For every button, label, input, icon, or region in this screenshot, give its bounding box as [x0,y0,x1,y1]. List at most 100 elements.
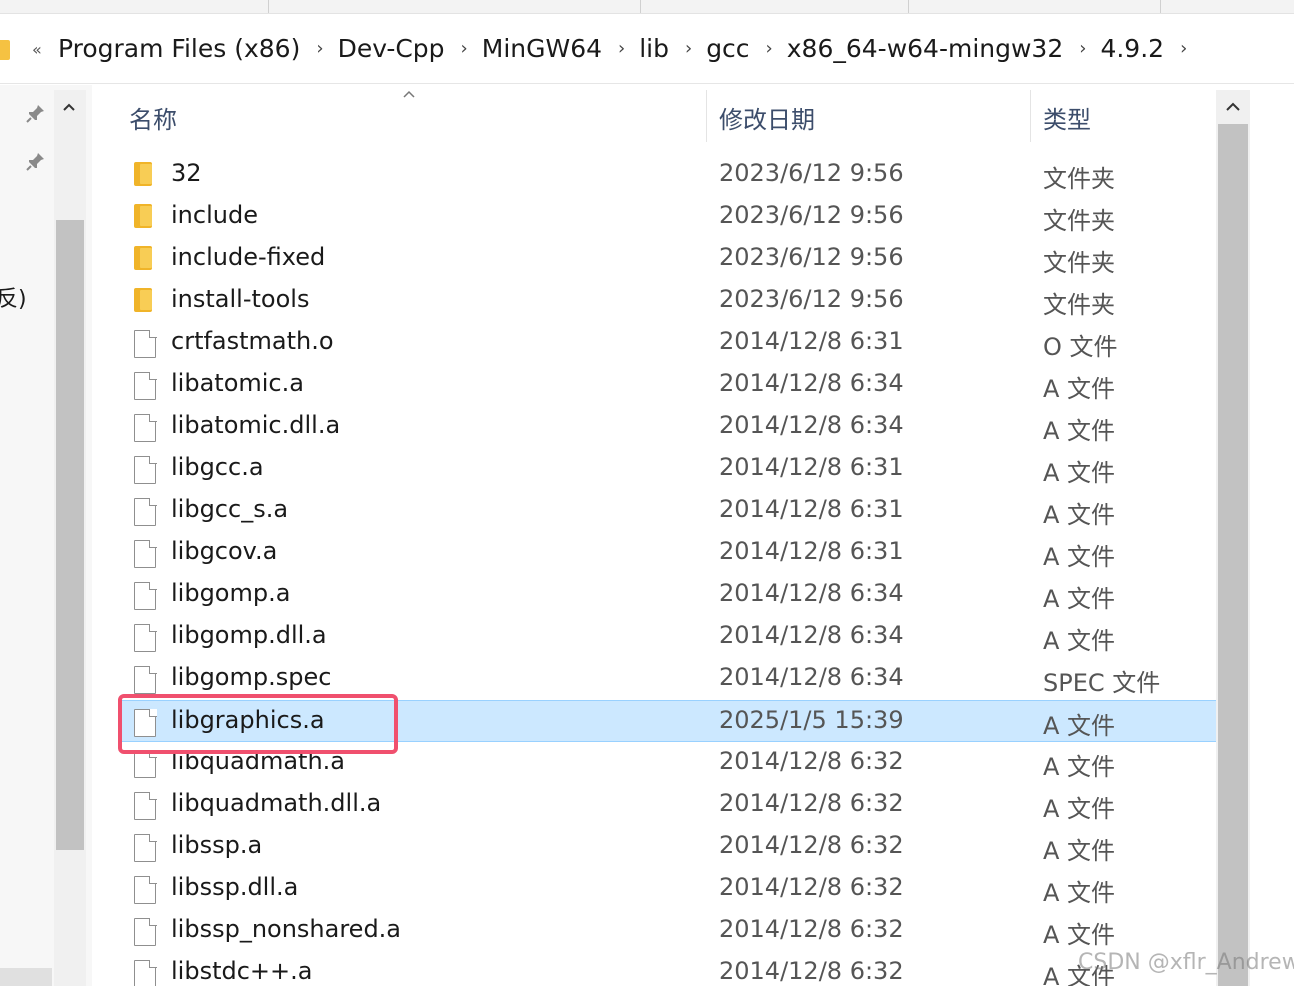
column-header-name[interactable]: 名称 [118,90,706,146]
file-date: 2014/12/8 6:32 [719,915,904,943]
breadcrumb: Program Files (x86) › Dev-Cpp › MinGW64 … [58,34,1201,63]
file-row[interactable]: libgcc.a 2014/12/8 6:31 A 文件 [118,448,1216,490]
file-name[interactable]: 32 [171,159,202,187]
file-date: 2014/12/8 6:34 [719,621,904,649]
file-date: 2014/12/8 6:34 [719,369,904,397]
file-name[interactable]: libatomic.a [171,369,304,397]
nav-scroll-thumb[interactable] [56,220,84,850]
file-row[interactable]: libgomp.dll.a 2014/12/8 6:34 A 文件 [118,616,1216,658]
scroll-up-icon[interactable] [1225,98,1241,116]
file-row[interactable]: install-tools 2023/6/12 9:56 文件夹 [118,280,1216,322]
file-name[interactable]: libgomp.dll.a [171,621,327,649]
file-name[interactable]: include [171,201,258,229]
pin-icon[interactable] [26,151,46,171]
file-icon [134,833,157,862]
chevron-right-icon[interactable]: › [754,38,787,59]
file-row[interactable]: libssp_nonshared.a 2014/12/8 6:32 A 文件 [118,910,1216,952]
file-icon [134,749,157,778]
breadcrumb-item[interactable]: 4.9.2 [1100,34,1168,63]
file-name[interactable]: install-tools [171,285,309,313]
breadcrumb-overflow-icon[interactable]: « [32,40,42,59]
file-type: A 文件 [1043,921,1116,949]
file-date: 2014/12/8 6:34 [719,579,904,607]
folder-icon [0,40,10,60]
breadcrumb-item[interactable]: gcc [706,34,753,63]
breadcrumb-item[interactable]: Dev-Cpp [338,34,449,63]
file-type: A 文件 [1043,795,1116,823]
file-date: 2023/6/12 9:56 [719,285,904,313]
breadcrumb-item[interactable]: Program Files (x86) [58,34,304,63]
ribbon-toolbar [0,0,1294,14]
file-row[interactable]: libgcov.a 2014/12/8 6:31 A 文件 [118,532,1216,574]
chevron-right-icon[interactable]: › [304,38,337,59]
file-type: A 文件 [1043,837,1116,865]
folder-icon [134,246,152,270]
file-name[interactable]: crtfastmath.o [171,327,334,355]
scroll-up-icon[interactable] [62,100,76,116]
file-type: O 文件 [1043,333,1118,361]
file-date: 2014/12/8 6:31 [719,453,904,481]
file-row[interactable]: 32 2023/6/12 9:56 文件夹 [118,154,1216,196]
file-row[interactable]: include 2023/6/12 9:56 文件夹 [118,196,1216,238]
address-bar[interactable]: « Program Files (x86) › Dev-Cpp › MinGW6… [0,14,1294,84]
file-icon [134,791,157,820]
file-row[interactable]: libstdc++.a 2014/12/8 6:32 A 文件 [118,952,1216,986]
file-name[interactable]: libstdc++.a [171,957,312,985]
column-header-label: 修改日期 [719,106,815,134]
file-name[interactable]: libgcc_s.a [171,495,288,523]
breadcrumb-item[interactable]: x86_64-w64-mingw32 [787,34,1068,63]
ribbon-separator [908,0,909,13]
file-name[interactable]: libssp.dll.a [171,873,298,901]
file-icon [134,665,157,694]
file-row[interactable]: libatomic.dll.a 2014/12/8 6:34 A 文件 [118,406,1216,448]
chevron-right-icon[interactable]: › [673,38,706,59]
file-name[interactable]: libgcov.a [171,537,277,565]
file-date: 2014/12/8 6:31 [719,327,904,355]
annotation-highlight-box [118,694,398,754]
file-name[interactable]: libgomp.spec [171,663,331,691]
pin-icon[interactable] [26,103,46,123]
file-row[interactable]: libatomic.a 2014/12/8 6:34 A 文件 [118,364,1216,406]
file-name[interactable]: libatomic.dll.a [171,411,340,439]
nav-item-label[interactable]: 反) [0,281,27,313]
file-name[interactable]: libgcc.a [171,453,264,481]
file-name[interactable]: libssp.a [171,831,262,859]
file-name[interactable]: libssp_nonshared.a [171,915,401,943]
file-date: 2014/12/8 6:31 [719,495,904,523]
file-type: SPEC 文件 [1043,669,1161,697]
file-row[interactable]: libquadmath.dll.a 2014/12/8 6:32 A 文件 [118,784,1216,826]
file-type: A 文件 [1043,417,1116,445]
file-name[interactable]: libquadmath.dll.a [171,789,381,817]
file-icon [134,917,157,946]
file-name[interactable]: libgomp.a [171,579,290,607]
file-row[interactable]: crtfastmath.o 2014/12/8 6:31 O 文件 [118,322,1216,364]
chevron-right-icon[interactable]: › [1168,38,1201,59]
file-type: A 文件 [1043,543,1116,571]
file-date: 2023/6/12 9:56 [719,243,904,271]
column-header-date[interactable]: 修改日期 [707,90,1029,146]
file-name[interactable]: include-fixed [171,243,325,271]
breadcrumb-item[interactable]: lib [639,34,673,63]
file-date: 2014/12/8 6:32 [719,789,904,817]
column-header-label: 类型 [1043,106,1091,134]
file-date: 2014/12/8 6:32 [719,957,904,985]
file-row[interactable]: libgomp.a 2014/12/8 6:34 A 文件 [118,574,1216,616]
file-list-scroll-thumb[interactable] [1218,124,1248,986]
column-header-type[interactable]: 类型 [1031,90,1216,146]
file-type: 文件夹 [1043,249,1115,277]
file-row[interactable]: libssp.dll.a 2014/12/8 6:32 A 文件 [118,868,1216,910]
chevron-right-icon[interactable]: › [1067,38,1100,59]
file-icon [134,413,157,442]
file-list-scrollbar[interactable] [1216,90,1250,986]
chevron-right-icon[interactable]: › [449,38,482,59]
file-type: 文件夹 [1043,207,1115,235]
file-icon [134,875,157,904]
file-row[interactable]: libgcc_s.a 2014/12/8 6:31 A 文件 [118,490,1216,532]
chevron-right-icon[interactable]: › [606,38,639,59]
nav-scrollbar[interactable] [54,90,86,986]
file-row[interactable]: include-fixed 2023/6/12 9:56 文件夹 [118,238,1216,280]
file-date: 2025/1/5 15:39 [719,706,904,734]
file-row[interactable]: libssp.a 2014/12/8 6:32 A 文件 [118,826,1216,868]
file-type: 文件夹 [1043,291,1115,319]
breadcrumb-item[interactable]: MinGW64 [482,34,606,63]
